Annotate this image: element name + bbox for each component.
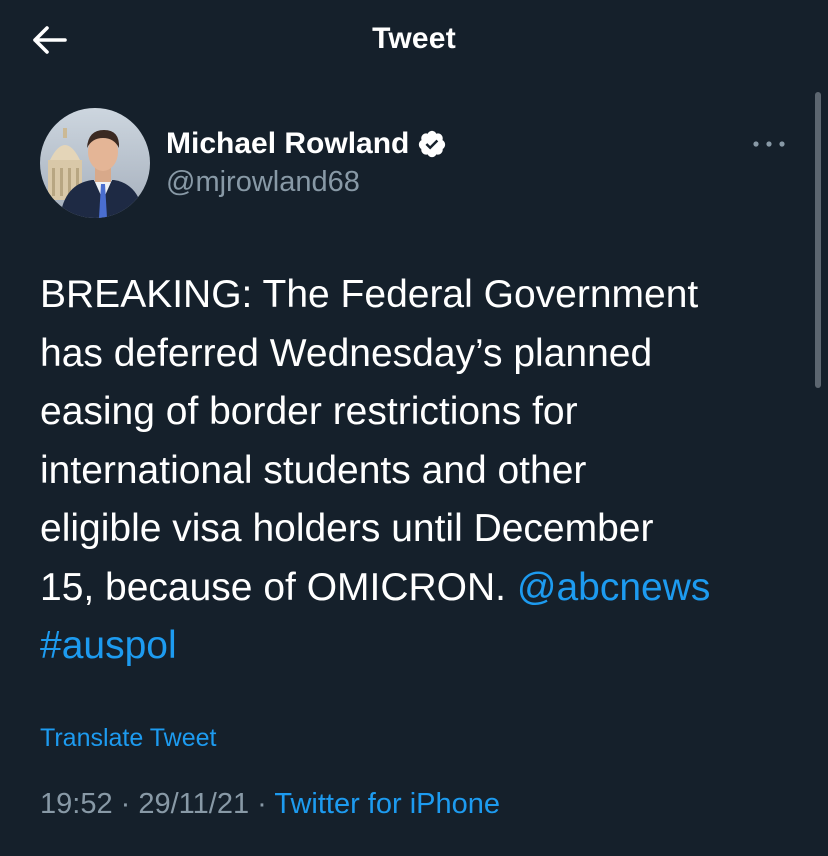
tweet-text-line: BREAKING: The Federal Government [40, 273, 699, 316]
more-horizontal-icon [753, 141, 785, 147]
tweet-text-line: international students and other [40, 448, 587, 492]
more-options-button[interactable] [744, 128, 794, 160]
mention-link[interactable]: @abcnews [517, 566, 711, 609]
author-name-row[interactable]: Michael Rowland [166, 124, 447, 164]
page-title: Tweet [372, 22, 456, 55]
tweet-text-fragment: 15, because of OMICRON. [40, 565, 517, 609]
author-name[interactable]: Michael Rowland [166, 127, 409, 161]
tweet-text: BREAKING: The Federal Government has def… [40, 266, 810, 676]
top-bar: Tweet [0, 0, 828, 84]
tweet-text-line: has deferred Wednesday’s planned [40, 331, 653, 375]
tweet-text-line-with-hashtag: #auspol [40, 617, 810, 676]
verified-badge-icon [417, 129, 447, 159]
profile-photo [40, 108, 150, 218]
author-handle[interactable]: @mjrowland68 [166, 166, 360, 199]
hashtag-link[interactable]: #auspol [40, 624, 177, 667]
meta-separator: · [249, 788, 275, 820]
tweet-text-line: easing of border restrictions for [40, 390, 578, 433]
tweet-text-line: eligible visa holders until December [40, 507, 654, 550]
tweet-metadata: 19:52 · 29/11/21 · Twitter for iPhone [40, 788, 500, 821]
translate-tweet-link[interactable]: Translate Tweet [40, 724, 216, 753]
scrollbar[interactable] [815, 92, 821, 388]
tweet-source-link[interactable]: Twitter for iPhone [274, 788, 500, 820]
tweet-date: 29/11/21 [138, 788, 250, 820]
tweet-text-line-with-mention: 15, because of OMICRON. @abcnews [40, 559, 810, 618]
meta-separator: · [112, 788, 139, 820]
tweet-time: 19:52 [40, 788, 113, 820]
avatar[interactable] [40, 108, 150, 218]
